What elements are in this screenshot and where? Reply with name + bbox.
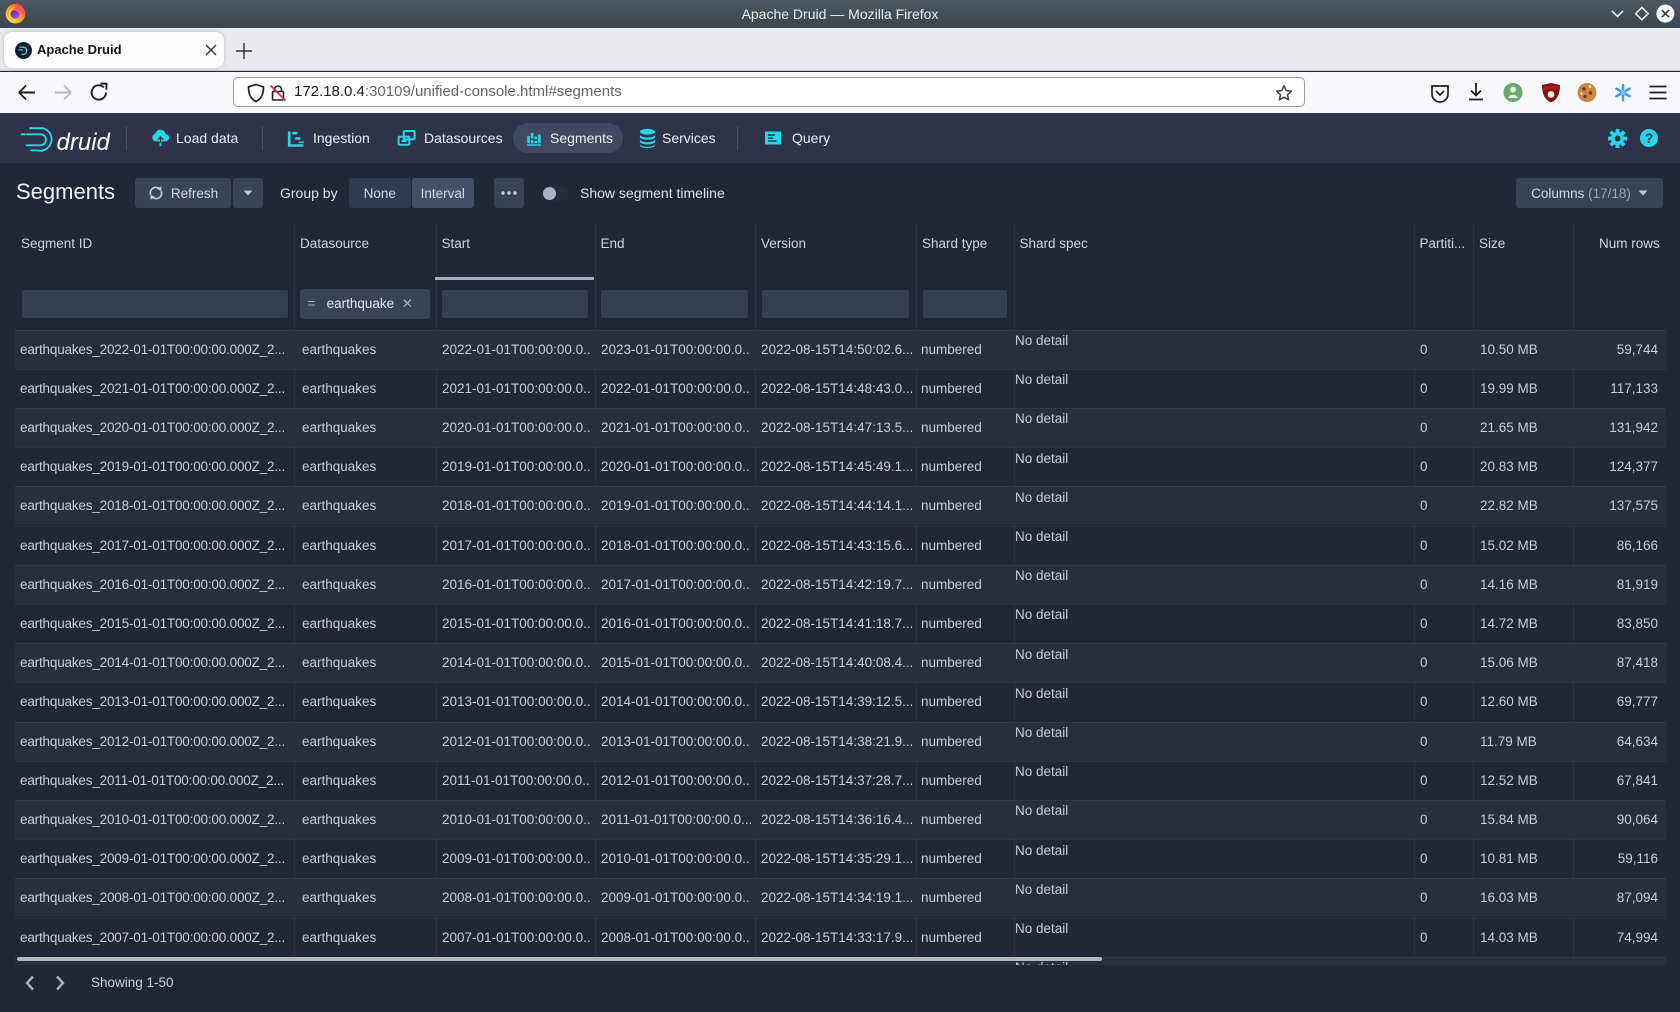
svg-text:?: ? <box>1645 129 1654 145</box>
svg-text:druid: druid <box>57 129 111 156</box>
